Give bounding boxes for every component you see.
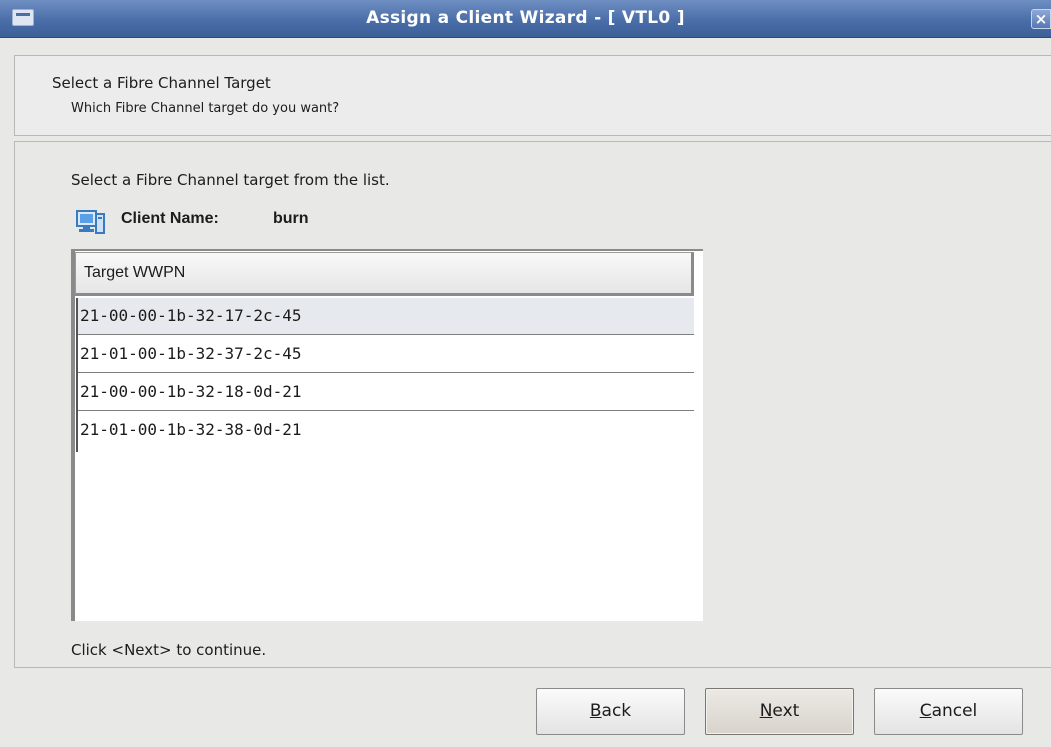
next-label-rest: ext — [772, 701, 800, 721]
window-title: Assign a Client Wizard - [ VTL0 ] — [366, 8, 685, 28]
footer-hint: Click <Next> to continue. — [71, 641, 267, 659]
cancel-button[interactable]: Cancel — [874, 688, 1023, 735]
client-name-label: Client Name: — [121, 210, 219, 227]
table-row[interactable]: 21-01-00-1b-32-37-2c-45 — [76, 336, 694, 373]
back-label-rest: ack — [601, 701, 632, 721]
column-header-label: Target WWPN — [84, 264, 186, 281]
client-name-value: burn — [273, 210, 309, 227]
wizard-step-subtitle: Which Fibre Channel target do you want? — [71, 101, 340, 116]
wizard-header-panel — [14, 55, 1051, 136]
table-row[interactable]: 21-00-00-1b-32-18-0d-21 — [76, 374, 694, 411]
title-bar: Assign a Client Wizard - [ VTL0 ] × — [0, 0, 1051, 38]
cancel-mnemonic: C — [919, 701, 932, 721]
computer-icon — [76, 210, 105, 234]
column-header-target-wwpn[interactable]: Target WWPN — [75, 252, 694, 296]
wizard-step-title: Select a Fibre Channel Target — [52, 74, 271, 92]
next-button[interactable]: Next — [705, 688, 854, 735]
next-mnemonic: N — [759, 701, 773, 721]
instruction-text: Select a Fibre Channel target from the l… — [71, 171, 390, 189]
close-button[interactable]: × — [1031, 9, 1051, 29]
table-row[interactable]: 21-01-00-1b-32-38-0d-21 — [76, 412, 694, 449]
back-button[interactable]: Back — [536, 688, 685, 735]
table-row[interactable]: 21-00-00-1b-32-17-2c-45 — [76, 298, 694, 335]
row-gutter-divider — [76, 298, 78, 452]
back-mnemonic: B — [589, 701, 602, 721]
cancel-label-rest: ancel — [931, 701, 978, 721]
